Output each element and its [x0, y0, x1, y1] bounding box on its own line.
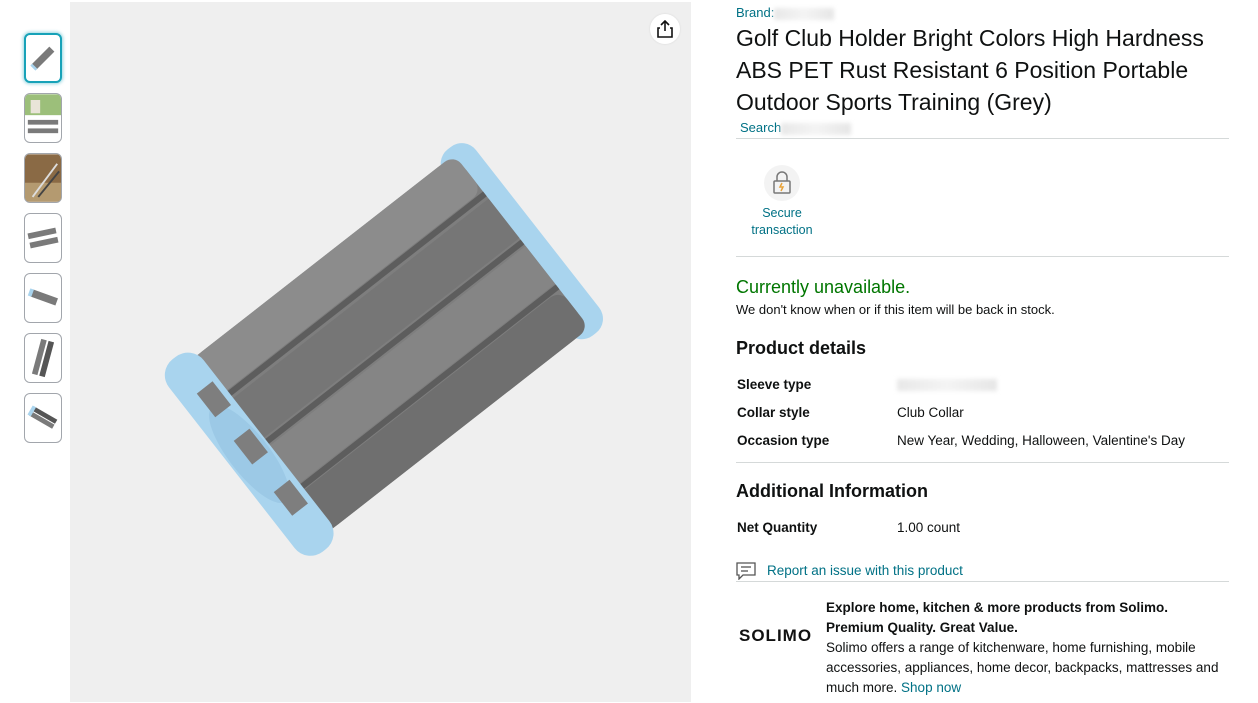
divider: [736, 256, 1229, 257]
details-key: Collar style: [737, 405, 810, 420]
search-redacted: [781, 122, 852, 135]
solimo-body-text: Solimo offers a range of kitchenware, ho…: [826, 640, 1219, 695]
details-value: Club Collar: [897, 405, 964, 420]
shop-now-link[interactable]: Shop now: [901, 680, 961, 695]
additional-info-heading: Additional Information: [736, 481, 928, 501]
divider: [736, 138, 1229, 139]
secure-transaction[interactable]: Secure transaction: [742, 165, 822, 239]
product-illustration: [164, 143, 603, 556]
secure-label-1: Secure: [762, 206, 802, 220]
thumbnail-6[interactable]: [24, 333, 62, 383]
share-icon: [657, 20, 673, 38]
thumbnail-4[interactable]: [24, 213, 62, 263]
brand-link[interactable]: Brand:: [736, 5, 835, 20]
report-label: Report an issue with this product: [767, 563, 963, 578]
thumbnail-1[interactable]: [24, 33, 62, 83]
thumbnail-2[interactable]: [24, 93, 62, 143]
secure-label-2: transaction: [751, 223, 813, 237]
details-key: Occasion type: [737, 433, 830, 448]
details-key: Sleeve type: [737, 377, 812, 392]
thumbnail-strip: [24, 33, 64, 453]
report-icon: [736, 562, 756, 580]
thumbnail-3[interactable]: [24, 153, 62, 203]
share-button[interactable]: [650, 14, 680, 44]
secure-badge: [764, 165, 800, 201]
details-value-redacted: [897, 379, 997, 391]
search-link[interactable]: Search: [740, 120, 852, 135]
thumbnail-5[interactable]: [24, 273, 62, 323]
availability-status: Currently unavailable.: [736, 277, 911, 297]
solimo-headline-2: Premium Quality. Great Value.: [826, 620, 1018, 635]
divider: [736, 462, 1229, 463]
solimo-logo[interactable]: SOLIMO: [739, 626, 812, 646]
product-details-heading: Product details: [736, 338, 867, 358]
info-value: 1.00 count: [897, 520, 961, 535]
product-title: Golf Club Holder Bright Colors High Hard…: [736, 25, 1204, 115]
lock-icon: [773, 171, 791, 194]
availability-note: We don't know when or if this item will …: [736, 302, 1055, 317]
search-label: Search: [740, 120, 782, 135]
divider: [736, 581, 1229, 582]
solimo-promo: Explore home, kitchen & more products fr…: [826, 598, 1226, 698]
solimo-body: Solimo offers a range of kitchenware, ho…: [826, 638, 1226, 698]
info-key: Net Quantity: [737, 520, 818, 535]
thumbnail-7[interactable]: [24, 393, 62, 443]
main-product-image[interactable]: [70, 2, 691, 702]
brand-name-redacted: [774, 7, 835, 20]
brand-label: Brand:: [736, 5, 775, 20]
solimo-headline-1: Explore home, kitchen & more products fr…: [826, 600, 1169, 615]
details-value: New Year, Wedding, Halloween, Valentine'…: [897, 433, 1186, 448]
